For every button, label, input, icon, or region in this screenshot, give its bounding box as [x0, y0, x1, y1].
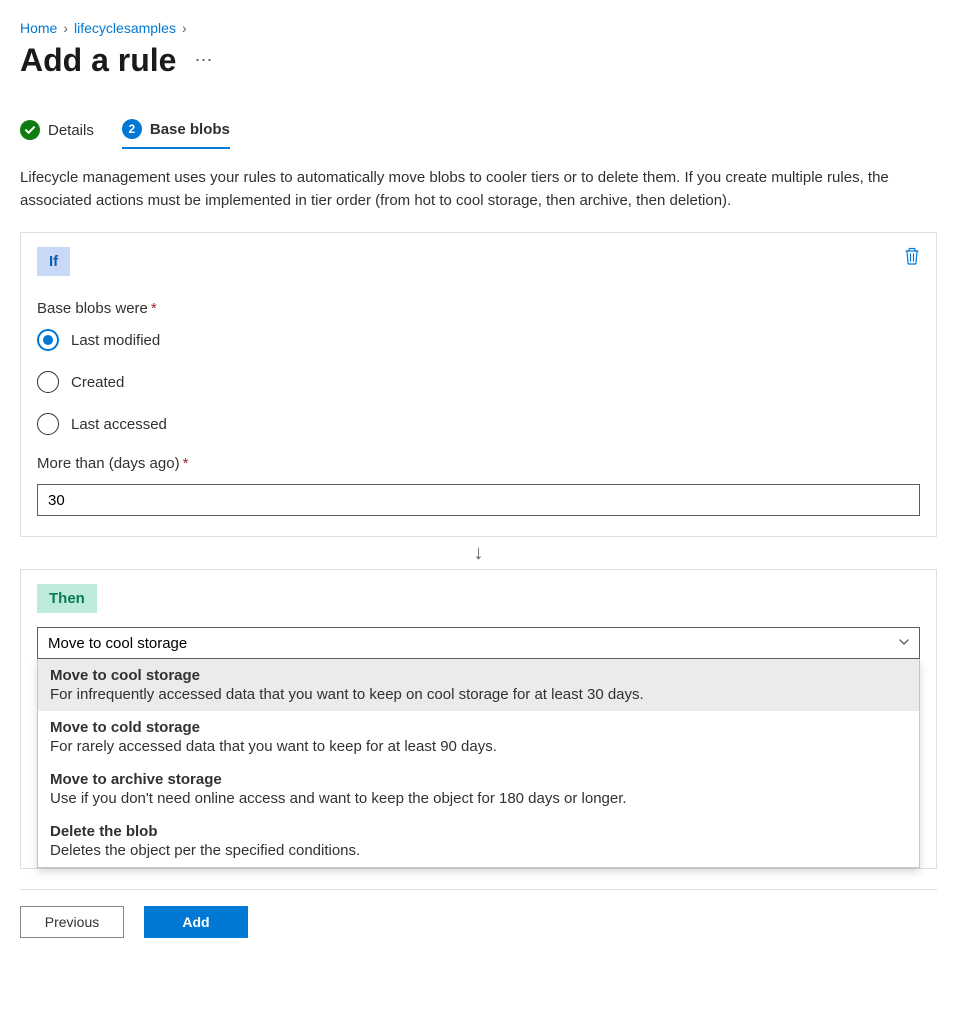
- option-move-to-cool[interactable]: Move to cool storage For infrequently ac…: [38, 659, 919, 711]
- option-title: Delete the blob: [50, 823, 907, 840]
- breadcrumb-lifecyclesamples[interactable]: lifecyclesamples: [74, 20, 176, 36]
- divider: [20, 889, 937, 890]
- radio-icon: [37, 371, 59, 393]
- step-tabs: Details 2 Base blobs: [20, 119, 937, 149]
- radio-label: Last modified: [71, 332, 160, 349]
- radio-created[interactable]: Created: [37, 371, 920, 393]
- base-blobs-radio-group: Last modified Created Last accessed: [37, 329, 920, 435]
- action-select[interactable]: [37, 627, 920, 659]
- days-input[interactable]: [37, 484, 920, 516]
- arrow-down-icon: ↓: [20, 537, 937, 569]
- tab-base-blobs[interactable]: 2 Base blobs: [122, 119, 230, 149]
- chevron-right-icon: ›: [182, 20, 187, 36]
- if-tag: If: [37, 247, 70, 276]
- breadcrumb-home[interactable]: Home: [20, 20, 57, 36]
- radio-icon: [37, 413, 59, 435]
- option-move-to-archive[interactable]: Move to archive storage Use if you don't…: [38, 763, 919, 815]
- more-actions-button[interactable]: ⋯: [194, 50, 213, 71]
- delete-icon[interactable]: [904, 247, 920, 265]
- check-icon: [20, 120, 40, 140]
- footer-buttons: Previous Add: [20, 906, 937, 938]
- option-move-to-cold[interactable]: Move to cold storage For rarely accessed…: [38, 711, 919, 763]
- title-row: Add a rule ⋯: [20, 42, 937, 79]
- option-title: Move to archive storage: [50, 771, 907, 788]
- option-desc: For rarely accessed data that you want t…: [50, 738, 907, 755]
- more-than-days-label: More than (days ago)*: [37, 455, 920, 472]
- option-desc: For infrequently accessed data that you …: [50, 686, 907, 703]
- radio-label: Last accessed: [71, 416, 167, 433]
- action-dropdown: Move to cool storage For infrequently ac…: [37, 659, 920, 868]
- page-title: Add a rule: [20, 42, 176, 79]
- radio-last-accessed[interactable]: Last accessed: [37, 413, 920, 435]
- option-desc: Deletes the object per the specified con…: [50, 842, 907, 859]
- option-desc: Use if you don't need online access and …: [50, 790, 907, 807]
- radio-last-modified[interactable]: Last modified: [37, 329, 920, 351]
- tab-label: Details: [48, 122, 94, 139]
- option-delete-blob[interactable]: Delete the blob Deletes the object per t…: [38, 815, 919, 867]
- tab-label: Base blobs: [150, 121, 230, 138]
- if-card: If Base blobs were* Last modified Create…: [20, 232, 937, 537]
- base-blobs-were-label: Base blobs were*: [37, 300, 920, 317]
- add-button[interactable]: Add: [144, 906, 248, 938]
- option-title: Move to cold storage: [50, 719, 907, 736]
- radio-icon: [37, 329, 59, 351]
- previous-button[interactable]: Previous: [20, 906, 124, 938]
- then-card: Then Move to cool storage For infrequent…: [20, 569, 937, 869]
- breadcrumb: Home › lifecyclesamples ›: [20, 20, 937, 36]
- tab-details[interactable]: Details: [20, 119, 94, 149]
- step-number-icon: 2: [122, 119, 142, 139]
- page-description: Lifecycle management uses your rules to …: [20, 167, 937, 212]
- then-tag: Then: [37, 584, 97, 613]
- option-title: Move to cool storage: [50, 667, 907, 684]
- chevron-right-icon: ›: [63, 20, 68, 36]
- radio-label: Created: [71, 374, 124, 391]
